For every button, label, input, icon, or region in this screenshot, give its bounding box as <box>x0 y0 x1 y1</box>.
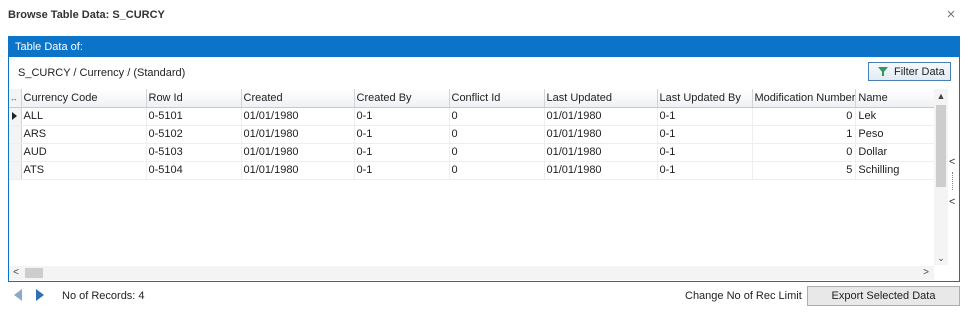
cell[interactable]: 0-1 <box>657 161 753 180</box>
cell[interactable]: Peso <box>855 125 937 144</box>
footer-bar: No of Records: 4 Change No of Rec Limit … <box>8 284 960 308</box>
cell[interactable]: 0-5102 <box>146 125 242 144</box>
column-header[interactable]: Created By <box>354 89 450 108</box>
scroll-down-icon[interactable]: ⌄ <box>934 251 948 265</box>
side-panel-handle[interactable]: < < <box>948 150 958 212</box>
cell[interactable]: 1 <box>752 125 857 144</box>
data-grid: ↔ Currency Code Row Id Created Created B… <box>9 89 959 281</box>
chevron-left-icon[interactable]: < <box>949 156 955 168</box>
cell[interactable]: 01/01/1980 <box>544 125 658 144</box>
cell[interactable]: 01/01/1980 <box>544 161 658 180</box>
change-record-limit-link[interactable]: Change No of Rec Limit <box>685 290 802 302</box>
window-title: Browse Table Data: S_CURCY <box>8 9 165 21</box>
cell[interactable]: Lek <box>855 107 937 126</box>
cell[interactable]: 0-1 <box>354 143 450 162</box>
cell[interactable]: AUD <box>21 143 147 162</box>
table-data-panel: Table Data of: S_CURCY / Currency / (Sta… <box>8 36 960 282</box>
title-bar: Browse Table Data: S_CURCY × <box>0 0 969 32</box>
table-row[interactable]: ATS 0-5104 01/01/1980 0-1 0 01/01/1980 0… <box>9 161 937 180</box>
scroll-left-icon[interactable]: < <box>9 266 23 280</box>
column-header[interactable]: Name <box>855 89 937 108</box>
column-header[interactable]: Last Updated By <box>657 89 753 108</box>
next-page-icon[interactable] <box>36 289 44 301</box>
cell[interactable]: 0-5101 <box>146 107 242 126</box>
cell[interactable]: 0 <box>449 107 545 126</box>
cell[interactable]: 5 <box>752 161 857 180</box>
vertical-scroll-thumb[interactable] <box>936 105 946 187</box>
cell[interactable]: 0-1 <box>657 143 753 162</box>
cell[interactable]: 0-5103 <box>146 143 242 162</box>
cell[interactable]: 01/01/1980 <box>544 143 658 162</box>
row-selector[interactable] <box>9 143 22 162</box>
cell[interactable]: 0 <box>449 161 545 180</box>
horizontal-scrollbar[interactable]: < > <box>9 266 934 280</box>
cell[interactable]: ALL <box>21 107 147 126</box>
cell[interactable]: 01/01/1980 <box>544 107 658 126</box>
cell[interactable]: 01/01/1980 <box>241 125 355 144</box>
scroll-right-icon[interactable]: > <box>919 266 933 280</box>
cell[interactable]: 0-1 <box>657 107 753 126</box>
filter-icon-stem <box>882 72 884 76</box>
cell[interactable]: 0 <box>752 107 857 126</box>
cell[interactable]: 0 <box>752 143 857 162</box>
cell[interactable]: 0 <box>449 143 545 162</box>
panel-header-label: Table Data of: <box>15 41 83 53</box>
cell[interactable]: ATS <box>21 161 147 180</box>
cell[interactable]: 01/01/1980 <box>241 143 355 162</box>
cell[interactable]: 0-1 <box>657 125 753 144</box>
table-row[interactable]: AUD 0-5103 01/01/1980 0-1 0 01/01/1980 0… <box>9 143 937 162</box>
cell[interactable]: Schilling <box>855 161 937 180</box>
column-resize-icon[interactable]: ↔ <box>9 89 22 108</box>
filter-data-button[interactable]: Filter Data <box>868 62 951 81</box>
cell[interactable]: 0 <box>449 125 545 144</box>
vertical-scrollbar[interactable]: ▲ ⌄ <box>934 89 948 265</box>
column-header[interactable]: Currency Code <box>21 89 147 108</box>
close-icon[interactable]: × <box>942 6 960 24</box>
row-selector[interactable] <box>9 161 22 180</box>
column-header[interactable]: Row Id <box>146 89 242 108</box>
cell[interactable]: ARS <box>21 125 147 144</box>
column-header[interactable]: Last Updated <box>544 89 658 108</box>
horizontal-scroll-thumb[interactable] <box>25 268 43 278</box>
cell[interactable]: 01/01/1980 <box>241 161 355 180</box>
cell[interactable]: 0-5104 <box>146 161 242 180</box>
filter-data-label: Filter Data <box>894 66 945 78</box>
cell[interactable]: 01/01/1980 <box>241 107 355 126</box>
record-count: No of Records: 4 <box>62 290 145 302</box>
table-subtitle: S_CURCY / Currency / (Standard) <box>18 67 186 79</box>
table-row[interactable]: ARS 0-5102 01/01/1980 0-1 0 01/01/1980 0… <box>9 125 937 144</box>
cell[interactable]: Dollar <box>855 143 937 162</box>
cell[interactable]: 0-1 <box>354 107 450 126</box>
scroll-up-icon[interactable]: ▲ <box>934 89 948 103</box>
splitter-grip <box>952 172 954 190</box>
header-row: ↔ Currency Code Row Id Created Created B… <box>9 89 937 108</box>
column-header[interactable]: Created <box>241 89 355 108</box>
column-header[interactable]: Conflict Id <box>449 89 545 108</box>
row-selector-icon[interactable] <box>9 107 22 126</box>
cell[interactable]: 0-1 <box>354 125 450 144</box>
export-selected-data-button[interactable]: Export Selected Data <box>807 286 960 306</box>
cell[interactable]: 0-1 <box>354 161 450 180</box>
previous-page-icon[interactable] <box>14 289 22 301</box>
column-header[interactable]: Modification Number <box>752 89 857 108</box>
row-selector[interactable] <box>9 125 22 144</box>
panel-header: Table Data of: <box>9 37 959 57</box>
chevron-left-icon[interactable]: < <box>949 196 955 208</box>
data-table: ↔ Currency Code Row Id Created Created B… <box>9 89 937 180</box>
table-row[interactable]: ALL 0-5101 01/01/1980 0-1 0 01/01/1980 0… <box>9 107 937 126</box>
